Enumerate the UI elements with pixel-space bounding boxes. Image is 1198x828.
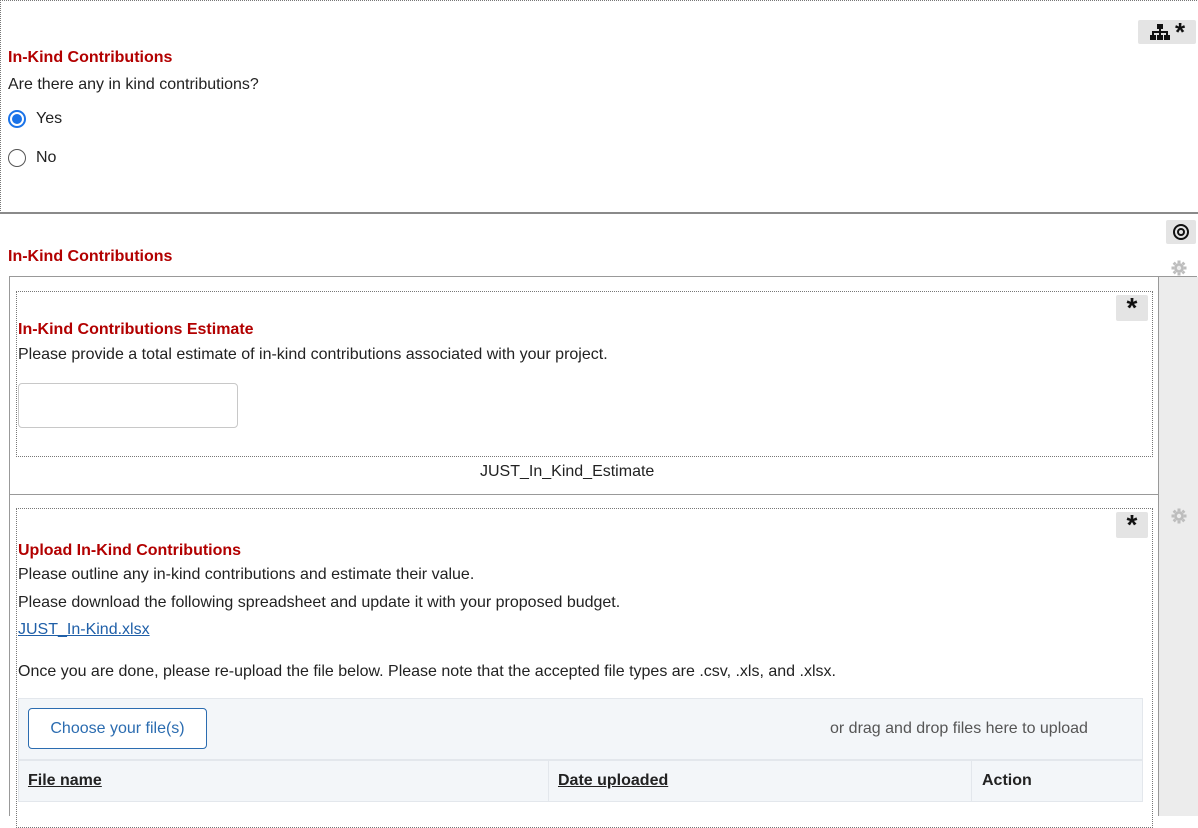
hierarchy-icon[interactable] [1149, 23, 1171, 41]
estimate-panel [16, 291, 1153, 457]
section2-title: In-Kind Contributions [8, 248, 173, 265]
estimate-description: Please provide a total estimate of in-ki… [18, 346, 608, 363]
col-divider [548, 760, 549, 802]
section-toolbox: * [1138, 19, 1196, 45]
col-file-name[interactable]: File name [28, 772, 102, 790]
radio-yes[interactable] [8, 110, 26, 128]
field-code-label: JUST_In_Kind_Estimate [480, 463, 655, 480]
col-divider [971, 760, 972, 802]
radio-label-no: No [36, 149, 57, 166]
col-date-uploaded[interactable]: Date uploaded [558, 772, 668, 790]
radio-no[interactable] [8, 149, 26, 167]
panel-divider [9, 494, 1159, 495]
target-icon[interactable] [1172, 223, 1190, 241]
spreadsheet-download-link[interactable]: JUST_In-Kind.xlsx [18, 621, 150, 639]
estimate-title: In-Kind Contributions Estimate [18, 321, 254, 338]
asterisk-icon[interactable]: * [1175, 19, 1185, 45]
gear-icon[interactable] [1171, 260, 1187, 276]
section-divider [0, 212, 1198, 214]
upload-title: Upload In-Kind Contributions [18, 542, 242, 559]
drop-hint: or drag and drop files here to upload [830, 720, 1088, 737]
radio-label-yes: Yes [36, 110, 63, 127]
upload-line1: Please outline any in-kind contributions… [18, 566, 475, 583]
asterisk-icon[interactable]: * [1127, 294, 1138, 322]
section-in-kind-question [0, 0, 1197, 211]
side-toolbar [1158, 277, 1198, 816]
upload-toolbox: * [1116, 511, 1148, 539]
asterisk-icon[interactable]: * [1127, 511, 1138, 539]
question-text: Are there any in kind contributions? [8, 76, 259, 93]
radio-option-no[interactable]: No [8, 149, 56, 167]
choose-files-button[interactable]: Choose your file(s) [28, 708, 207, 749]
upload-line3: Once you are done, please re-upload the … [18, 663, 836, 680]
col-action: Action [982, 772, 1032, 789]
estimate-toolbox: * [1116, 294, 1148, 322]
section2-toolbox [1166, 220, 1196, 244]
radio-option-yes[interactable]: Yes [8, 110, 62, 128]
gear-icon[interactable] [1171, 508, 1187, 524]
estimate-input[interactable] [18, 383, 238, 428]
upload-line2: Please download the following spreadshee… [18, 594, 621, 611]
section-title: In-Kind Contributions [8, 49, 173, 66]
